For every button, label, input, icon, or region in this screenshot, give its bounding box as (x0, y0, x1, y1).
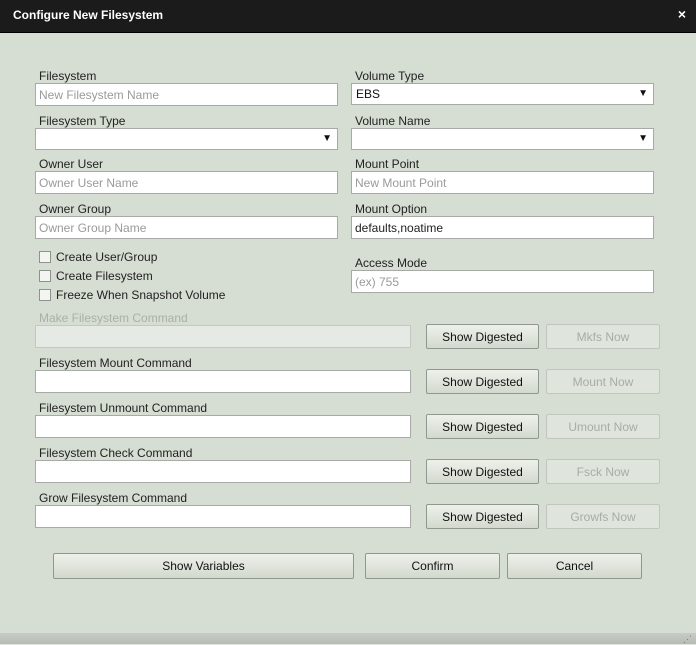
mount-command-label: Filesystem Mount Command (39, 356, 192, 370)
volume-type-select[interactable]: EBS ▼ (351, 83, 654, 105)
growfs-show-digested-button[interactable]: Show Digested (426, 504, 539, 529)
volume-type-label: Volume Type (355, 69, 425, 83)
growfs-now-button[interactable]: Growfs Now (546, 504, 660, 529)
volume-name-label: Volume Name (355, 114, 431, 128)
access-mode-label: Access Mode (355, 256, 428, 270)
dialog-body: Filesystem Filesystem Type ▼ Owner User … (0, 33, 696, 633)
checkbox-label: Create Filesystem (56, 269, 153, 283)
freeze-snapshot-checkbox[interactable]: Freeze When Snapshot Volume (39, 288, 225, 302)
growfs-command-input[interactable] (35, 505, 411, 528)
dropdown-arrow-icon: ▼ (322, 133, 332, 144)
fsck-command-label: Filesystem Check Command (39, 446, 193, 460)
mkfs-command-input (35, 325, 411, 348)
fsck-now-button[interactable]: Fsck Now (546, 459, 660, 484)
growfs-command-label: Grow Filesystem Command (39, 491, 188, 505)
mkfs-command-label: Make Filesystem Command (39, 311, 188, 325)
checkbox-box[interactable] (39, 251, 51, 263)
mount-now-button[interactable]: Mount Now (546, 369, 660, 394)
volume-type-value: EBS (356, 87, 381, 101)
mount-option-input[interactable] (351, 216, 654, 239)
checkbox-box[interactable] (39, 270, 51, 282)
status-strip: ⋰ (0, 633, 696, 644)
fsck-show-digested-button[interactable]: Show Digested (426, 459, 539, 484)
mount-command-input[interactable] (35, 370, 411, 393)
mount-point-input[interactable] (351, 171, 654, 194)
title-bar: Configure New Filesystem × (0, 0, 696, 33)
window-title: Configure New Filesystem (13, 8, 164, 22)
access-mode-input[interactable] (351, 270, 654, 293)
umount-now-button[interactable]: Umount Now (546, 414, 660, 439)
checkbox-box[interactable] (39, 289, 51, 301)
owner-group-label: Owner Group (39, 202, 112, 216)
show-variables-button[interactable]: Show Variables (53, 553, 354, 579)
filesystem-type-select[interactable]: ▼ (35, 128, 338, 150)
dropdown-arrow-icon: ▼ (638, 88, 648, 99)
umount-command-input[interactable] (35, 415, 411, 438)
mkfs-show-digested-button[interactable]: Show Digested (426, 324, 539, 349)
owner-group-input[interactable] (35, 216, 338, 239)
filesystem-label: Filesystem (39, 69, 97, 83)
close-icon[interactable]: × (678, 6, 686, 22)
volume-name-select[interactable]: ▼ (351, 128, 654, 150)
create-user-group-checkbox[interactable]: Create User/Group (39, 250, 157, 264)
owner-user-input[interactable] (35, 171, 338, 194)
owner-user-label: Owner User (39, 157, 104, 171)
fsck-command-input[interactable] (35, 460, 411, 483)
dropdown-arrow-icon: ▼ (638, 133, 648, 144)
mount-option-label: Mount Option (355, 202, 428, 216)
umount-show-digested-button[interactable]: Show Digested (426, 414, 539, 439)
resize-grip-icon[interactable]: ⋰ (683, 634, 693, 644)
cancel-button[interactable]: Cancel (507, 553, 642, 579)
filesystem-type-label: Filesystem Type (39, 114, 126, 128)
create-filesystem-checkbox[interactable]: Create Filesystem (39, 269, 153, 283)
checkbox-label: Create User/Group (56, 250, 158, 264)
filesystem-input[interactable] (35, 83, 338, 106)
mount-point-label: Mount Point (355, 157, 420, 171)
umount-command-label: Filesystem Unmount Command (39, 401, 208, 415)
mount-show-digested-button[interactable]: Show Digested (426, 369, 539, 394)
checkbox-label: Freeze When Snapshot Volume (56, 288, 226, 302)
confirm-button[interactable]: Confirm (365, 553, 500, 579)
mkfs-now-button[interactable]: Mkfs Now (546, 324, 660, 349)
